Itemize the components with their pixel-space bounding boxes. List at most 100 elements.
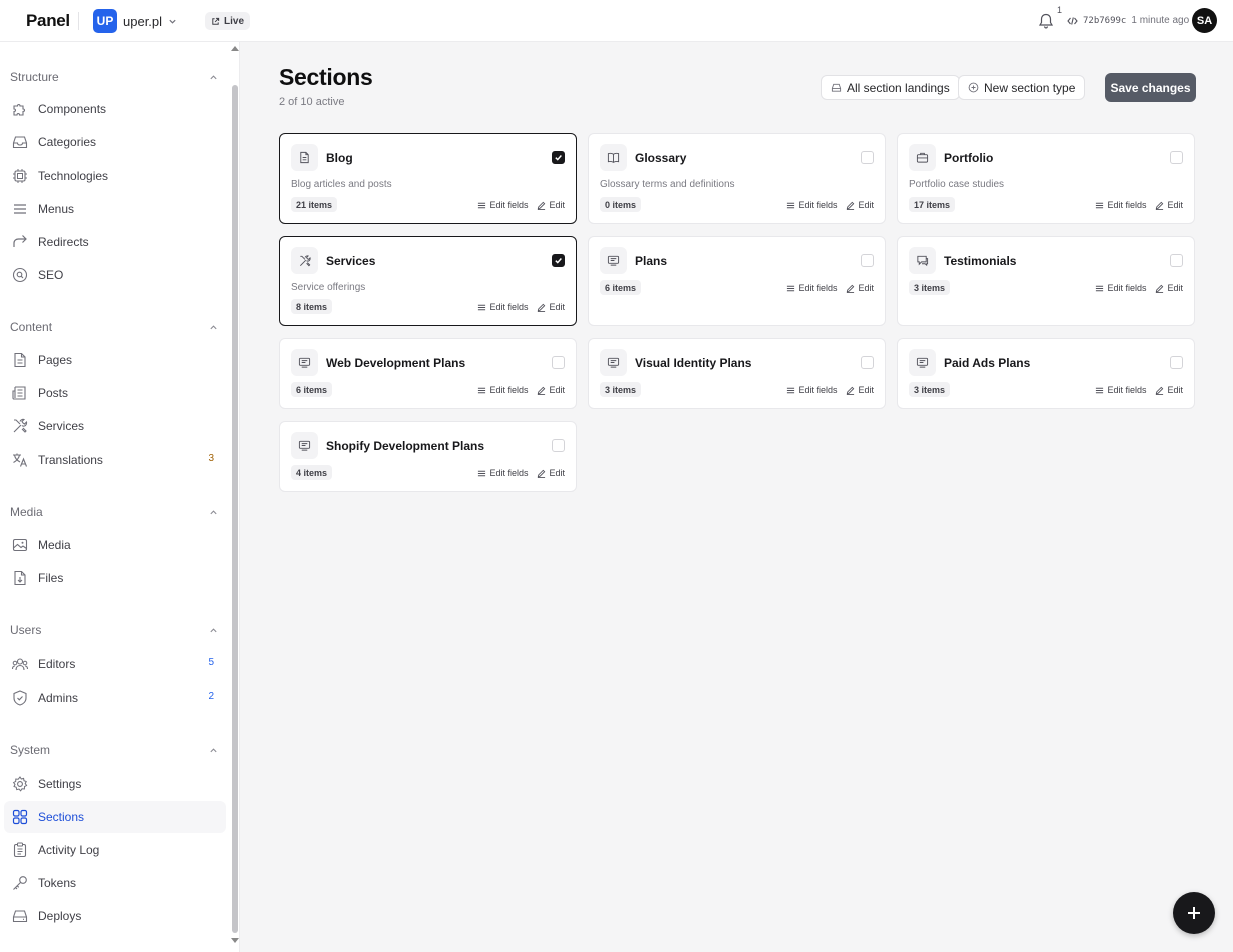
sidebar-group-content[interactable]: Content: [10, 318, 218, 336]
monitor-icon: [600, 247, 627, 274]
card-count-badge: 3 items: [909, 382, 951, 397]
all-section-landings-button[interactable]: All section landings: [821, 75, 960, 100]
brand-logo[interactable]: Panel: [26, 11, 70, 31]
section-card-portfolio[interactable]: Portfolio Portfolio case studies 17 item…: [897, 133, 1195, 224]
edit-fields-button[interactable]: Edit fields: [786, 385, 837, 395]
sidebar-item-categories[interactable]: Categories: [4, 126, 226, 158]
edit-label: Edit: [858, 385, 874, 395]
edit-button[interactable]: Edit: [537, 468, 565, 478]
sidebar-item-redirects[interactable]: Redirects: [4, 226, 226, 258]
section-card-glossary[interactable]: Glossary Glossary terms and definitions …: [588, 133, 886, 224]
sidebar-item-pages[interactable]: Pages: [4, 344, 226, 376]
sidebar-group-structure[interactable]: Structure: [10, 68, 218, 86]
sliders-icon: [1096, 387, 1104, 393]
section-card-blog[interactable]: Blog Blog articles and posts 21 items Ed…: [279, 133, 577, 224]
edit-button[interactable]: Edit: [537, 385, 565, 395]
grid-icon: [11, 808, 29, 826]
briefcase-icon: [909, 144, 936, 171]
sidebar-scrollbar[interactable]: [231, 43, 239, 952]
edit-fields-button[interactable]: Edit fields: [1095, 283, 1146, 293]
section-card-paid-ads-plans[interactable]: Paid Ads Plans 3 items Edit fields Edit: [897, 338, 1195, 409]
drive-icon: [831, 83, 842, 92]
scroll-up-arrow-icon[interactable]: [231, 46, 239, 51]
admins-count-badge: 2: [208, 691, 214, 702]
card-actions: Edit fields Edit: [1095, 283, 1183, 293]
edit-fields-button[interactable]: Edit fields: [1095, 200, 1146, 210]
bell-icon[interactable]: [1037, 12, 1055, 35]
card-count-badge: 0 items: [600, 197, 642, 212]
edit-fields-button[interactable]: Edit fields: [477, 468, 528, 478]
edit-fields-label: Edit fields: [489, 302, 529, 312]
section-card-web-development-plans[interactable]: Web Development Plans 6 items Edit field…: [279, 338, 577, 409]
edit-fields-button[interactable]: Edit fields: [786, 200, 837, 210]
sidebar-item-settings[interactable]: Settings: [4, 768, 226, 800]
card-checkbox[interactable]: [552, 439, 565, 452]
commit-info[interactable]: 72b7699c 1 minute ago: [1067, 15, 1189, 26]
sidebar-item-services[interactable]: Services: [4, 410, 226, 442]
sliders-icon: [787, 202, 795, 208]
sidebar-item-editors[interactable]: Editors 5: [4, 648, 226, 680]
edit-fields-button[interactable]: Edit fields: [477, 385, 528, 395]
edit-button[interactable]: Edit: [846, 385, 874, 395]
site-switcher[interactable]: UP uper.pl: [93, 9, 177, 33]
sidebar-item-tokens[interactable]: Tokens: [4, 867, 226, 899]
sidebar-item-files[interactable]: Files: [4, 562, 226, 594]
edit-fields-button[interactable]: Edit fields: [1095, 385, 1146, 395]
edit-button[interactable]: Edit: [1155, 385, 1183, 395]
edit-button[interactable]: Edit: [846, 200, 874, 210]
sidebar-item-translations[interactable]: Translations 3: [4, 444, 226, 476]
section-card-visual-identity-plans[interactable]: Visual Identity Plans 3 items Edit field…: [588, 338, 886, 409]
sidebar-item-media[interactable]: Media: [4, 529, 226, 561]
edit-button[interactable]: Edit: [537, 200, 565, 210]
section-card-plans[interactable]: Plans 6 items Edit fields Edit: [588, 236, 886, 326]
translations-count-badge: 3: [208, 453, 214, 464]
live-badge[interactable]: Live: [205, 12, 251, 30]
add-fab-button[interactable]: [1173, 892, 1215, 934]
pencil-icon: [1156, 201, 1164, 210]
sidebar-group-users[interactable]: Users: [10, 621, 218, 639]
edit-button[interactable]: Edit: [537, 302, 565, 312]
edit-fields-label: Edit fields: [489, 468, 529, 478]
sidebar-item-components[interactable]: Components: [4, 93, 226, 125]
card-checkbox[interactable]: [861, 254, 874, 267]
card-checkbox[interactable]: [861, 151, 874, 164]
edit-fields-button[interactable]: Edit fields: [477, 200, 528, 210]
sidebar-item-sections[interactable]: Sections: [4, 801, 226, 833]
card-checkbox[interactable]: [1170, 254, 1183, 267]
card-checkbox[interactable]: [552, 254, 565, 267]
sidebar-item-seo[interactable]: SEO: [4, 259, 226, 291]
save-changes-button[interactable]: Save changes: [1105, 73, 1196, 102]
sidebar-item-admins[interactable]: Admins 2: [4, 682, 226, 714]
section-card-services[interactable]: Services Service offerings 8 items Edit …: [279, 236, 577, 326]
sidebar-item-label: Deploys: [38, 909, 82, 923]
card-count-badge: 17 items: [909, 197, 956, 212]
card-checkbox[interactable]: [552, 356, 565, 369]
site-avatar: UP: [93, 9, 117, 33]
section-card-testimonials[interactable]: Testimonials 3 items Edit fields Edit: [897, 236, 1195, 326]
scroll-down-arrow-icon[interactable]: [231, 938, 239, 943]
sidebar-item-technologies[interactable]: Technologies: [4, 160, 226, 192]
edit-fields-button[interactable]: Edit fields: [786, 283, 837, 293]
edit-button[interactable]: Edit: [846, 283, 874, 293]
pencil-icon: [847, 386, 855, 395]
edit-fields-button[interactable]: Edit fields: [477, 302, 528, 312]
monitor-icon: [909, 349, 936, 376]
sidebar-item-deploys[interactable]: Deploys: [4, 900, 226, 932]
sidebar-item-menus[interactable]: Menus: [4, 193, 226, 225]
scrollbar-thumb[interactable]: [232, 85, 238, 933]
sidebar-group-media[interactable]: Media: [10, 503, 218, 521]
user-avatar[interactable]: SA: [1192, 8, 1217, 33]
sidebar-item-label: Categories: [38, 135, 97, 149]
edit-button[interactable]: Edit: [1155, 283, 1183, 293]
sidebar-item-activity-log[interactable]: Activity Log: [4, 834, 226, 866]
new-section-type-button[interactable]: New section type: [958, 75, 1086, 100]
edit-button[interactable]: Edit: [1155, 200, 1183, 210]
card-checkbox[interactable]: [861, 356, 874, 369]
card-checkbox[interactable]: [552, 151, 565, 164]
card-checkbox[interactable]: [1170, 356, 1183, 369]
card-checkbox[interactable]: [1170, 151, 1183, 164]
sidebar-item-label: Editors: [38, 657, 76, 671]
sidebar-item-posts[interactable]: Posts: [4, 377, 226, 409]
section-card-shopify-development-plans[interactable]: Shopify Development Plans 4 items Edit f…: [279, 421, 577, 492]
sidebar-group-system[interactable]: System: [10, 741, 218, 759]
